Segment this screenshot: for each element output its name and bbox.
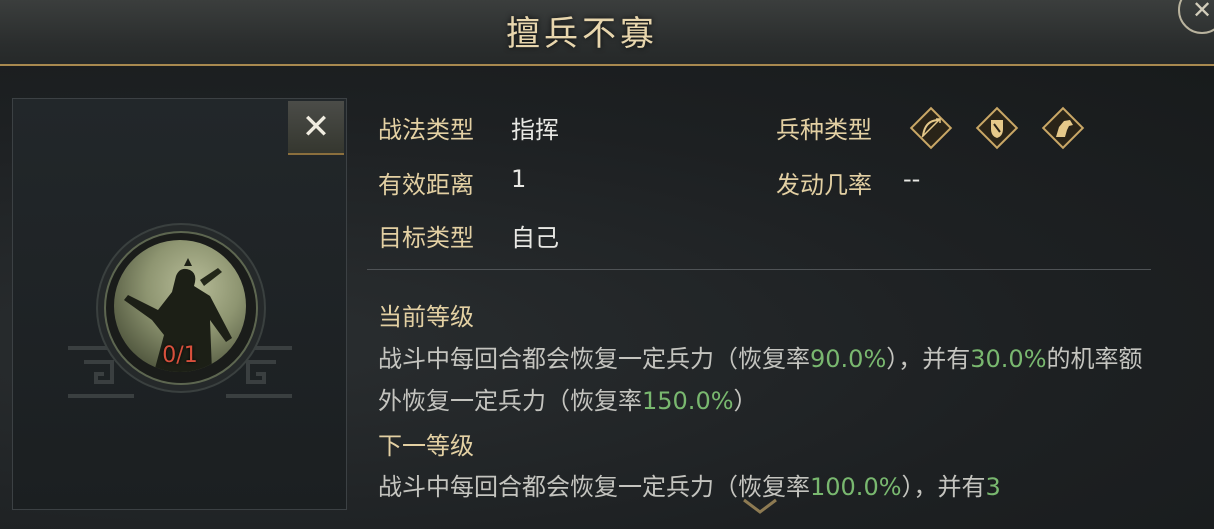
bow-icon[interactable]	[908, 105, 954, 151]
desc-text: ）	[733, 387, 758, 415]
recover-rate-value: 100.0%	[810, 473, 902, 501]
chance-value: 30.0%	[970, 345, 1047, 373]
trigger-chance-label: 发动几率	[776, 171, 872, 199]
level-counter: 0/1	[162, 343, 198, 368]
target-type-value: 自己	[511, 224, 559, 252]
current-level-title: 当前等级	[378, 303, 474, 331]
chevron-down-icon[interactable]	[740, 496, 780, 518]
recover-rate-value: 90.0%	[810, 345, 887, 373]
range-value: 1	[511, 165, 527, 193]
next-level-title: 下一等级	[378, 432, 474, 460]
shield-icon[interactable]	[974, 105, 1020, 151]
extra-recover-rate-value: 150.0%	[642, 387, 734, 415]
window-close-button[interactable]: ✕	[1178, 0, 1214, 34]
skill-title: 擅兵不寡	[506, 14, 658, 54]
troop-type-label: 兵种类型	[776, 116, 872, 144]
chance-value: 3	[985, 473, 1001, 501]
trigger-chance-value: --	[903, 165, 921, 193]
current-level-description: 战斗中每回合都会恢复一定兵力（恢复率90.0%），并有30.0%的机率额外恢复一…	[378, 338, 1148, 422]
close-icon: ✕	[1191, 0, 1213, 24]
divider	[367, 269, 1151, 270]
target-type-label: 目标类型	[378, 224, 474, 252]
title-bar: 擅兵不寡 ✕	[0, 0, 1214, 66]
tactic-type-value: 指挥	[511, 116, 559, 144]
desc-text: ），并有	[901, 473, 986, 501]
desc-text: 战斗中每回合都会恢复一定兵力（恢复率	[378, 345, 810, 373]
horse-icon[interactable]	[1040, 105, 1086, 151]
desc-text: ），并有	[886, 345, 971, 373]
close-button[interactable]: ✕	[288, 101, 344, 155]
range-label: 有效距离	[378, 171, 474, 199]
tactic-type-label: 战法类型	[378, 116, 474, 144]
